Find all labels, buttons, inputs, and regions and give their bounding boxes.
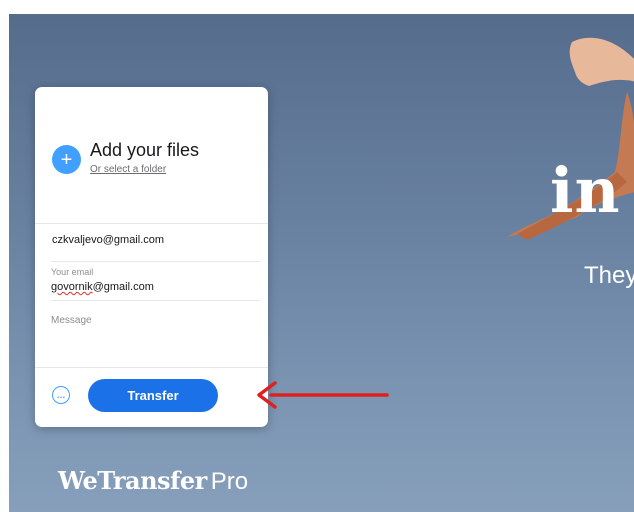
message-field[interactable]: Message bbox=[51, 315, 92, 326]
transfer-panel: + Add your files Or select a folder czkv… bbox=[35, 87, 268, 427]
more-options-button[interactable]: … bbox=[52, 386, 70, 404]
red-arrow-annotation bbox=[257, 381, 389, 409]
section-divider bbox=[35, 223, 268, 224]
brand-logo[interactable]: WeTransfer Pro bbox=[58, 466, 248, 496]
hero-tagline: They bbox=[584, 262, 634, 289]
your-email-domain: @gmail.com bbox=[92, 281, 154, 293]
ellipsis-icon: … bbox=[56, 389, 66, 400]
actions-divider bbox=[35, 367, 268, 368]
brand-name: WeTransfer bbox=[58, 466, 207, 495]
hero-headline: in bbox=[550, 154, 621, 227]
field-divider bbox=[51, 261, 260, 262]
transfer-button[interactable]: Transfer bbox=[88, 379, 218, 412]
add-files-label[interactable]: Add your files bbox=[90, 140, 199, 161]
your-email-field[interactable]: govornik@gmail.com bbox=[51, 281, 154, 293]
add-files-button[interactable]: + bbox=[52, 145, 81, 174]
recipient-email-field[interactable]: czkvaljevo@gmail.com bbox=[52, 234, 164, 246]
brand-tier: Pro bbox=[210, 468, 249, 495]
spellcheck-underlined-text: govornik bbox=[51, 281, 93, 293]
field-divider bbox=[51, 300, 260, 301]
select-folder-link[interactable]: Or select a folder bbox=[90, 164, 166, 175]
your-email-label: Your email bbox=[51, 267, 94, 277]
plus-icon: + bbox=[60, 148, 73, 171]
